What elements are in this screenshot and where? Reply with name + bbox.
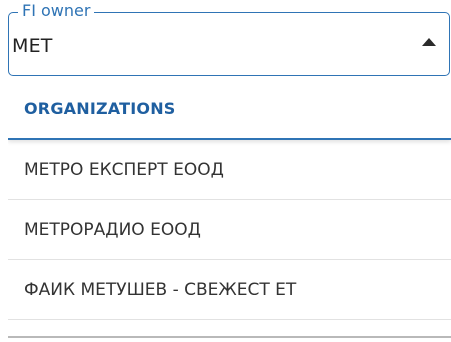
organizations-group-header: ORGANIZATIONS	[8, 81, 451, 140]
option-metroradio-eood[interactable]: МЕТРОРАДИО ЕООД	[8, 201, 451, 260]
option-faik-metushev-svezhest-et[interactable]: ФАИК МЕТУШЕВ - СВЕЖЕСТ ЕТ	[8, 261, 451, 320]
option-label: МЕТРОРАДИО ЕООД	[24, 220, 201, 240]
autocomplete-dropdown-menu: ORGANIZATIONS МЕТРО ЕКСПЕРТ ЕООД МЕТРОРА…	[8, 81, 451, 342]
option-metro-ekspert-eood[interactable]: МЕТРО ЕКСПЕРТ ЕООД	[8, 141, 451, 200]
dropdown-bottom-divider	[8, 336, 451, 338]
option-label: ФАИК МЕТУШЕВ - СВЕЖЕСТ ЕТ	[24, 280, 297, 300]
option-label: МЕТРО ЕКСПЕРТ ЕООД	[24, 160, 224, 180]
fi-owner-input-value[interactable]: МЕТ	[12, 35, 53, 57]
fi-owner-autocomplete-field[interactable]: FI owner МЕТ	[8, 1, 450, 76]
caret-up-icon[interactable]	[422, 38, 436, 46]
organizations-group-label: ORGANIZATIONS	[24, 99, 176, 118]
fi-owner-field-label: FI owner	[18, 1, 95, 21]
